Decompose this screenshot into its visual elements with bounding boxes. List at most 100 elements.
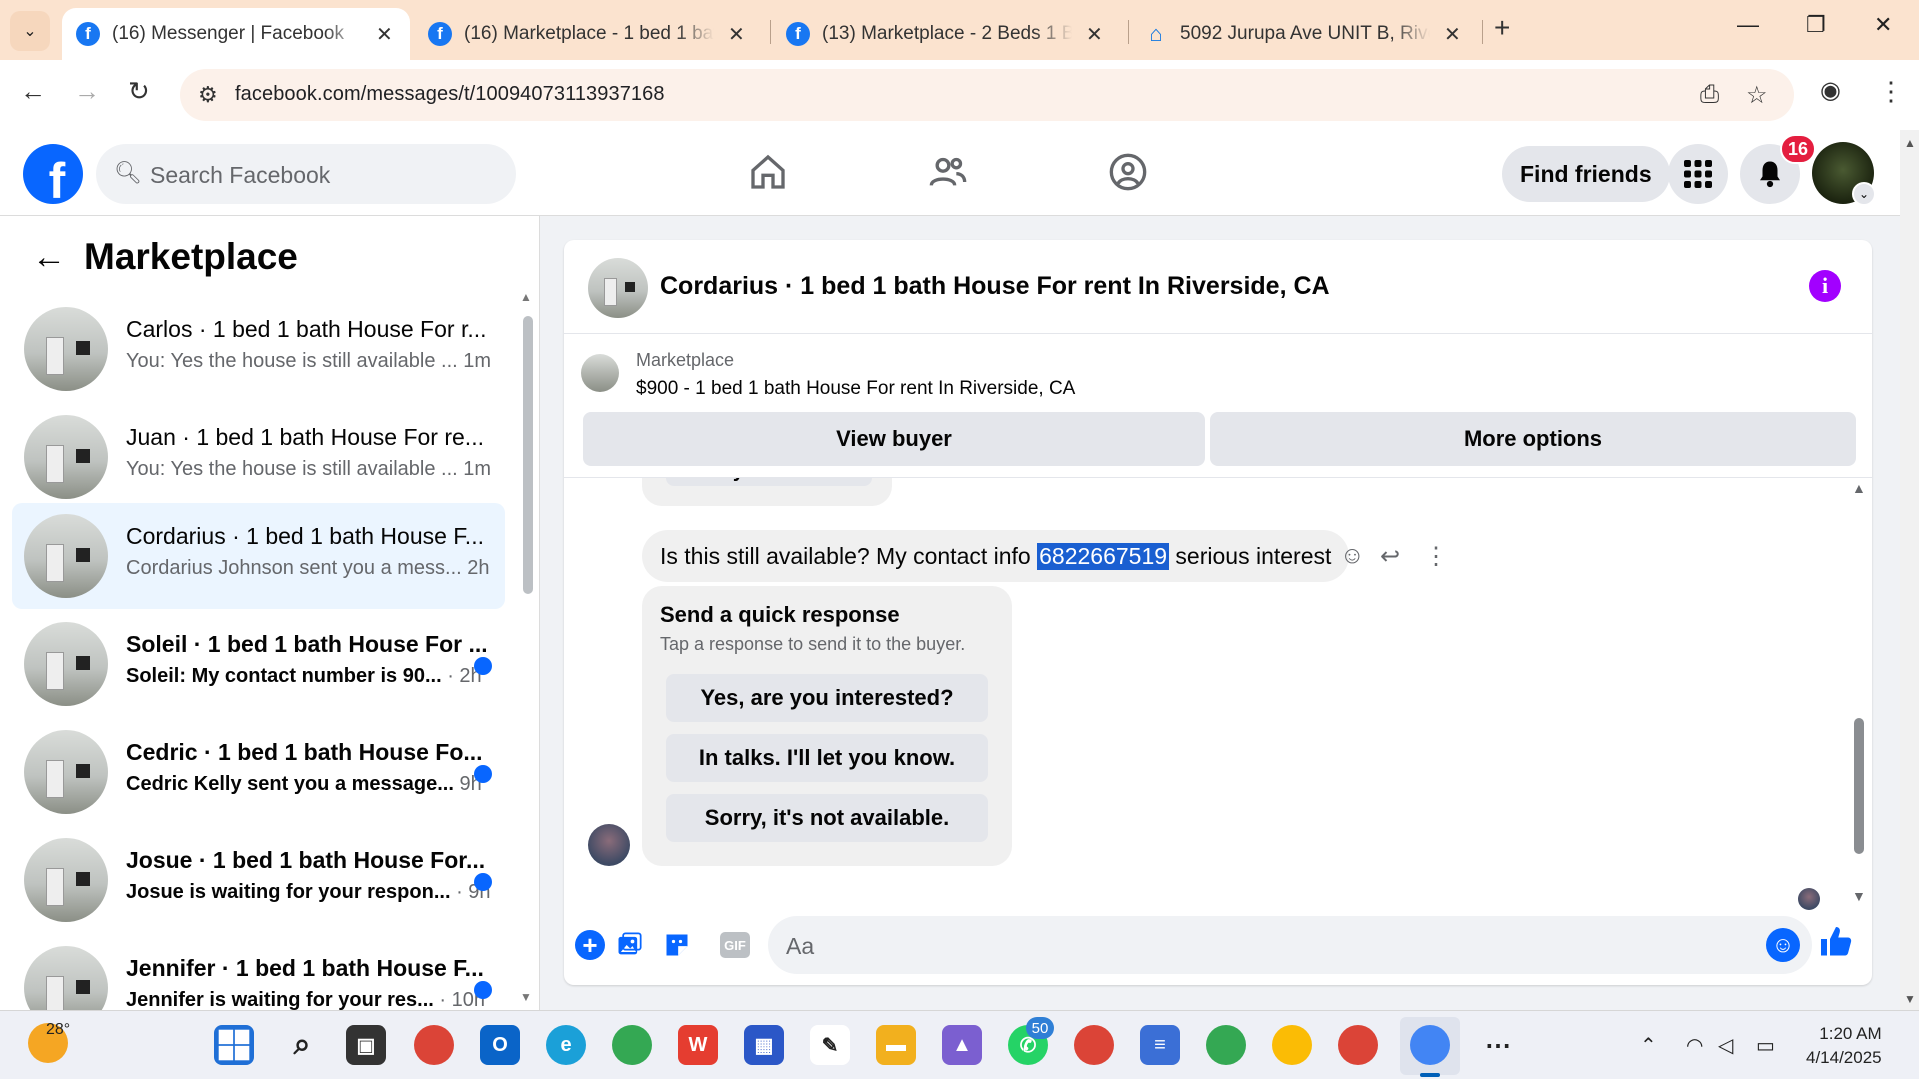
taskbar-search-icon[interactable]: ⌕ bbox=[282, 1025, 322, 1065]
reply-icon[interactable]: ↩ bbox=[1380, 542, 1400, 571]
tab-messenger[interactable]: f (16) Messenger | Facebook ✕ bbox=[62, 8, 410, 60]
quick-response-in-talks-button[interactable]: In talks. I'll let you know. bbox=[666, 734, 988, 782]
home-icon[interactable] bbox=[748, 152, 788, 201]
scroll-up-arrow-icon[interactable]: ▲ bbox=[1904, 136, 1916, 150]
system-clock[interactable]: 1:20 AM 4/14/2025 bbox=[1806, 1022, 1882, 1070]
install-app-icon[interactable]: ⎙ bbox=[1700, 81, 1719, 109]
sidebar-scrollbar[interactable] bbox=[523, 316, 533, 594]
file-explorer-icon[interactable]: ▬ bbox=[876, 1025, 916, 1065]
back-arrow-icon[interactable]: ← bbox=[32, 238, 66, 277]
conversation-item[interactable]: Carlos · 1 bed 1 bath House For r... You… bbox=[12, 296, 505, 402]
conversation-title[interactable]: Cordarius · 1 bed 1 bath House For rent … bbox=[660, 272, 1330, 301]
chrome-icon[interactable] bbox=[414, 1025, 454, 1065]
chrome-icon[interactable] bbox=[1338, 1025, 1378, 1065]
microsoft-store-icon[interactable]: ▦ bbox=[744, 1025, 784, 1065]
conversation-item[interactable]: Soleil · 1 bed 1 bath House For ... Sole… bbox=[12, 611, 505, 717]
conversation-item[interactable]: Cedric · 1 bed 1 bath House Fo... Cedric… bbox=[12, 719, 505, 825]
chrome-icon[interactable] bbox=[1206, 1025, 1246, 1065]
page-scrollbar[interactable]: ▲ ▼ bbox=[1900, 130, 1919, 1010]
friends-icon[interactable] bbox=[928, 152, 968, 201]
more-apps-icon[interactable]: ⋯ bbox=[1478, 1025, 1518, 1065]
listing-thumbnail[interactable] bbox=[588, 258, 648, 318]
sticker-icon[interactable] bbox=[660, 928, 694, 962]
close-icon[interactable]: ✕ bbox=[1444, 22, 1461, 47]
browser-menu-icon[interactable]: ⋮ bbox=[1878, 76, 1904, 107]
thumbs-up-like-icon[interactable] bbox=[1818, 924, 1854, 969]
buyer-details-button[interactable]: Buyer details bbox=[666, 478, 872, 486]
notepad-icon[interactable]: ≡ bbox=[1140, 1025, 1180, 1065]
minimize-button[interactable]: — bbox=[1737, 12, 1759, 38]
listing-thumbnail bbox=[24, 946, 108, 1010]
gif-icon[interactable]: GIF bbox=[720, 932, 750, 958]
chrome-icon[interactable] bbox=[1410, 1025, 1450, 1065]
chrome-icon[interactable] bbox=[1272, 1025, 1312, 1065]
chrome-icon[interactable] bbox=[612, 1025, 652, 1065]
menu-grid-icon[interactable] bbox=[1668, 144, 1728, 204]
find-friends-button[interactable]: Find friends bbox=[1502, 146, 1670, 202]
close-icon[interactable]: ✕ bbox=[1086, 22, 1103, 47]
scroll-up-arrow-icon[interactable]: ▲ bbox=[520, 290, 532, 304]
info-icon[interactable]: i bbox=[1809, 270, 1841, 302]
add-plus-icon[interactable]: + bbox=[575, 930, 605, 960]
chrome-icon[interactable] bbox=[1074, 1025, 1114, 1065]
conversation-name: Cedric · 1 bed 1 bath House Fo... bbox=[126, 739, 483, 765]
task-view-icon[interactable]: ▣ bbox=[346, 1025, 386, 1065]
site-info-icon[interactable]: ⚙ bbox=[198, 82, 218, 108]
battery-icon[interactable]: ▭ bbox=[1756, 1033, 1775, 1058]
emoji-icon[interactable]: ☺ bbox=[1766, 928, 1800, 962]
clock-date: 4/14/2025 bbox=[1806, 1048, 1882, 1067]
conversation-name: Cordarius · 1 bed 1 bath House F... bbox=[126, 523, 484, 549]
chevron-down-icon[interactable]: ⌄ bbox=[1852, 182, 1876, 206]
message-scrollbar[interactable] bbox=[1854, 718, 1864, 854]
react-emoji-icon[interactable]: ☺ bbox=[1340, 542, 1365, 570]
tab-marketplace-1[interactable]: f (16) Marketplace - 1 bed 1 bath ✕ bbox=[414, 8, 764, 60]
scroll-down-arrow-icon[interactable]: ▼ bbox=[1904, 992, 1916, 1006]
facebook-logo[interactable]: f bbox=[23, 144, 83, 204]
close-icon[interactable]: ✕ bbox=[376, 22, 393, 47]
restore-button[interactable]: ❐ bbox=[1806, 12, 1826, 38]
scroll-up-arrow-icon[interactable]: ▲ bbox=[1852, 480, 1866, 496]
tab-search-menu-button[interactable]: ⌄ bbox=[10, 11, 50, 51]
buyer-message-bubble[interactable]: Is this still available? My contact info… bbox=[642, 530, 1350, 582]
close-window-button[interactable]: ✕ bbox=[1874, 12, 1892, 38]
close-icon[interactable]: ✕ bbox=[728, 22, 745, 47]
more-actions-icon[interactable]: ⋮ bbox=[1424, 542, 1448, 571]
show-hidden-icons-chevron-icon[interactable]: ⌃ bbox=[1640, 1033, 1657, 1058]
view-buyer-button[interactable]: View buyer bbox=[583, 412, 1205, 466]
groups-icon[interactable] bbox=[1108, 152, 1148, 201]
wifi-icon[interactable]: ◠ bbox=[1686, 1033, 1703, 1058]
wps-office-icon[interactable]: W bbox=[678, 1025, 718, 1065]
conversation-item-active[interactable]: Cordarius · 1 bed 1 bath House F... Cord… bbox=[12, 503, 505, 609]
tab-zillow[interactable]: ⌂ 5092 Jurupa Ave UNIT B, Riverside ✕ bbox=[1130, 8, 1480, 60]
new-tab-button[interactable]: + bbox=[1494, 12, 1510, 44]
photos-icon[interactable]: ▲ bbox=[942, 1025, 982, 1065]
conversation-item[interactable]: Jennifer · 1 bed 1 bath House F... Jenni… bbox=[12, 935, 505, 1010]
search-facebook-input[interactable]: 🔍︎ Search Facebook bbox=[96, 144, 516, 204]
outlook-icon[interactable]: O bbox=[480, 1025, 520, 1065]
edge-icon[interactable]: e bbox=[546, 1025, 586, 1065]
quick-response-yes-button[interactable]: Yes, are you interested? bbox=[666, 674, 988, 722]
quick-response-not-available-button[interactable]: Sorry, it's not available. bbox=[666, 794, 988, 842]
app-icon[interactable]: ✎ bbox=[810, 1025, 850, 1065]
scroll-down-arrow-icon[interactable]: ▼ bbox=[1852, 888, 1866, 904]
selected-phone-number[interactable]: 6822667519 bbox=[1037, 542, 1170, 570]
tab-title: 5092 Jurupa Ave UNIT B, Riverside bbox=[1180, 23, 1430, 44]
conversation-item[interactable]: Juan · 1 bed 1 bath House For re... You:… bbox=[12, 404, 505, 510]
buyer-avatar[interactable] bbox=[588, 824, 630, 866]
scroll-down-arrow-icon[interactable]: ▼ bbox=[520, 990, 532, 1004]
forward-button[interactable]: → bbox=[74, 76, 100, 107]
conversation-item[interactable]: Josue · 1 bed 1 bath House For... Josue … bbox=[12, 827, 505, 933]
more-options-button[interactable]: More options bbox=[1210, 412, 1856, 466]
volume-icon[interactable]: ◁ bbox=[1718, 1033, 1733, 1058]
attach-image-icon[interactable] bbox=[612, 928, 646, 962]
profile-icon[interactable]: ◉ bbox=[1820, 76, 1841, 105]
listing-price-title[interactable]: $900 - 1 bed 1 bath House For rent In Ri… bbox=[636, 378, 1075, 400]
windows-start-icon[interactable] bbox=[214, 1025, 254, 1065]
bookmark-star-icon[interactable]: ☆ bbox=[1746, 81, 1768, 110]
address-bar[interactable]: ⚙ facebook.com/messages/t/10094073113937… bbox=[180, 69, 1794, 121]
back-button[interactable]: ← bbox=[20, 76, 46, 107]
message-input[interactable]: Aa ☺ bbox=[768, 916, 1812, 974]
tab-marketplace-2[interactable]: f (13) Marketplace - 2 Beds 1 Bath ✕ bbox=[772, 8, 1122, 60]
reload-button[interactable]: ↻ bbox=[128, 76, 150, 107]
url-text[interactable]: facebook.com/messages/t/1009407311393716… bbox=[235, 83, 665, 106]
